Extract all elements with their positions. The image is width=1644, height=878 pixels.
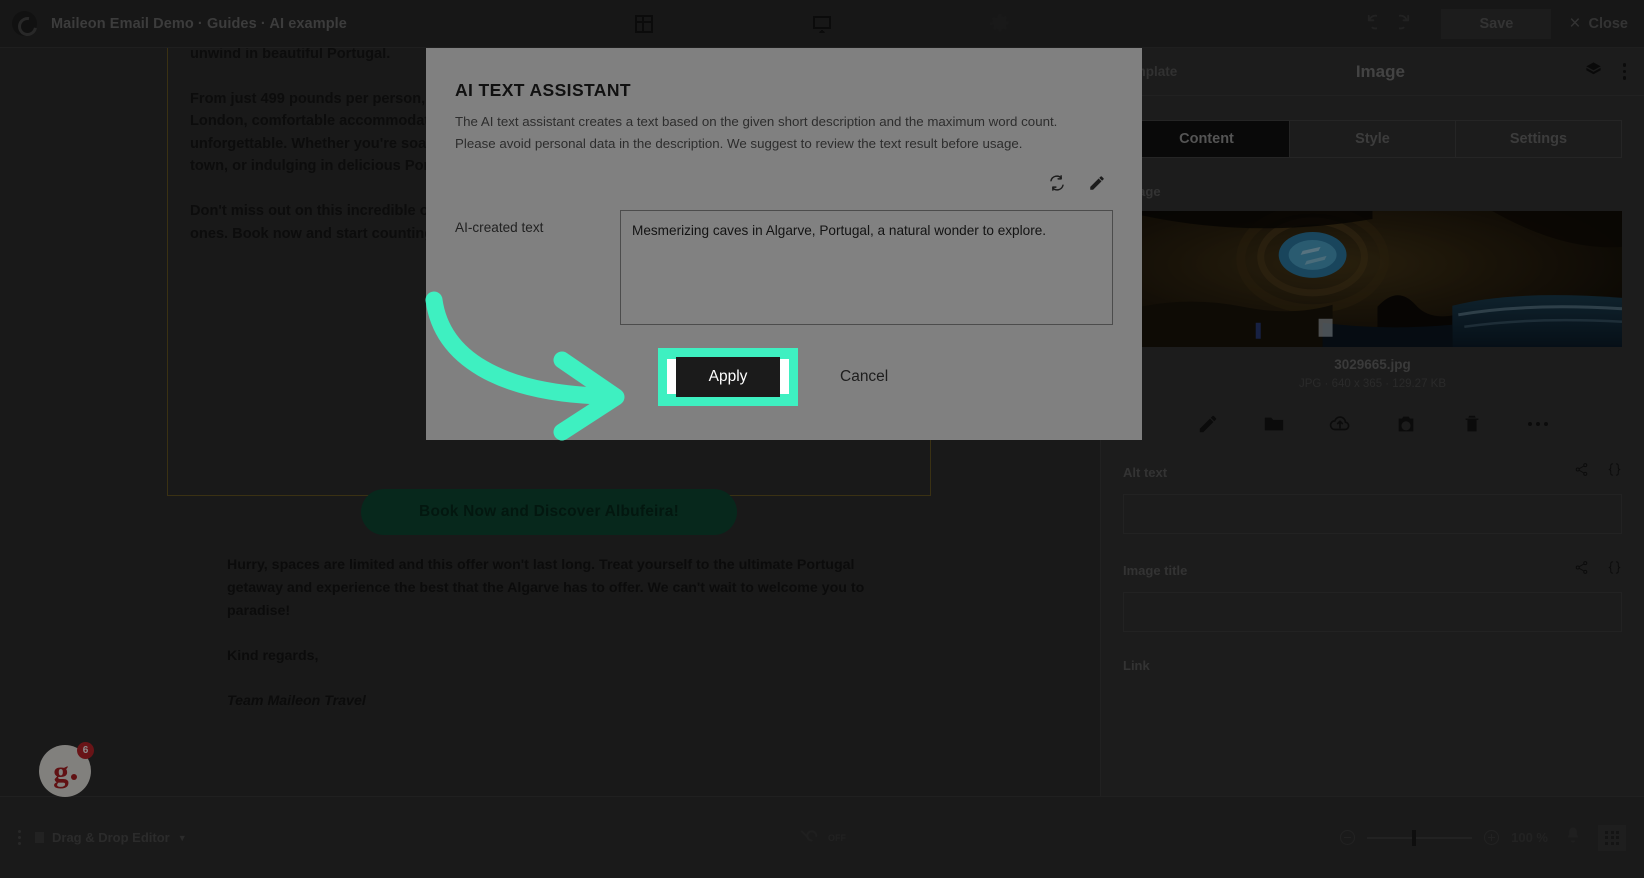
cancel-button[interactable]: Cancel: [840, 368, 888, 386]
dialog-description: The AI text assistant creates a text bas…: [455, 114, 1058, 151]
apply-highlight-inner: Apply: [667, 357, 789, 397]
dialog-actions: Apply Cancel: [658, 348, 888, 406]
ai-created-text-input[interactable]: [620, 210, 1113, 325]
pencil-edit-icon[interactable]: [1088, 174, 1106, 197]
ai-created-text-label: AI-created text: [455, 220, 544, 235]
dialog-title: AI TEXT ASSISTANT: [455, 80, 631, 100]
refresh-regenerate-icon[interactable]: [1048, 174, 1066, 197]
editor-window: Maileon Email Demo · Guides · AI example…: [0, 0, 1644, 878]
dialog-tool-icons: [1048, 174, 1106, 197]
ai-text-row: AI-created text: [455, 210, 1113, 325]
apply-highlight-ring: Apply: [658, 348, 798, 406]
ai-text-assistant-dialog: AI TEXT ASSISTANT The AI text assistant …: [426, 48, 1142, 440]
apply-button[interactable]: Apply: [676, 357, 780, 397]
